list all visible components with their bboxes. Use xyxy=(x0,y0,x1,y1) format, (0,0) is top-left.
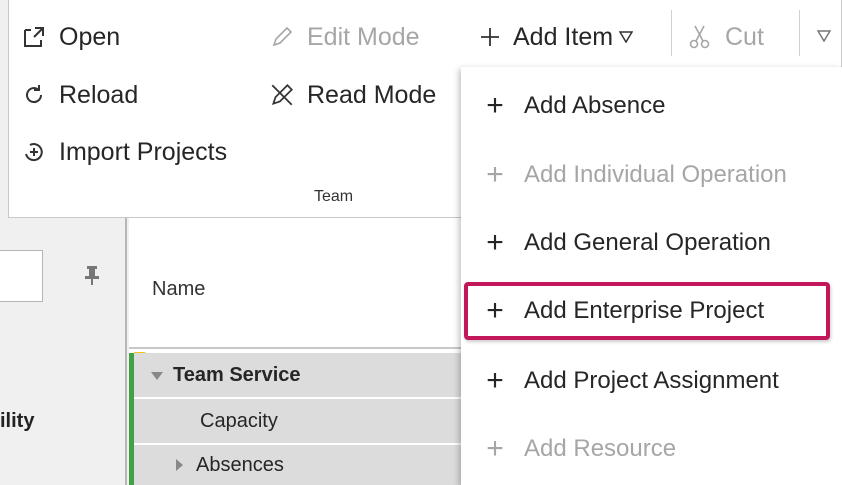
cut-label: Cut xyxy=(725,22,764,51)
pin-icon[interactable] xyxy=(84,264,100,291)
reload-label: Reload xyxy=(59,80,139,109)
menu-item-label: Add General Operation xyxy=(524,229,771,256)
read-mode-button[interactable]: Read Mode xyxy=(267,80,436,110)
menu-item-add-resource[interactable]: + Add Resource xyxy=(480,434,676,464)
menu-item-add-individual-operation[interactable]: + Add Individual Operation xyxy=(480,160,787,190)
add-item-menu xyxy=(461,67,842,485)
tree-row-label: Absences xyxy=(196,453,284,476)
scissors-icon xyxy=(685,22,715,52)
plus-icon: + xyxy=(486,89,504,122)
expand-caret-down-icon[interactable] xyxy=(151,364,163,387)
read-mode-label: Read Mode xyxy=(307,80,437,109)
add-item-label: Add Item xyxy=(513,22,614,51)
filter-input[interactable] xyxy=(0,250,43,302)
dropdown-triangle-icon xyxy=(817,30,831,42)
plus-icon: + xyxy=(486,226,504,259)
add-item-dropdown[interactable]: Add Item xyxy=(475,22,634,52)
separator xyxy=(671,10,672,56)
more-dropdown-button[interactable] xyxy=(817,30,831,42)
tree-row-label: Capacity xyxy=(200,409,278,432)
highlight-box xyxy=(464,282,830,340)
open-external-icon xyxy=(19,22,49,52)
edit-mode-button[interactable]: Edit Mode xyxy=(267,22,420,52)
plus-icon: + xyxy=(486,158,504,191)
ribbon-group-label: Team xyxy=(314,188,354,205)
plus-icon: + xyxy=(486,364,504,397)
reload-button[interactable]: Reload xyxy=(19,80,138,110)
open-button[interactable]: Open xyxy=(19,22,120,52)
pencil-off-icon xyxy=(267,80,297,110)
left-pane-partial-label: ility xyxy=(0,410,35,432)
open-label: Open xyxy=(59,22,121,51)
tree-accent-bar xyxy=(129,353,134,485)
tree-row-label: Team Service xyxy=(173,363,301,386)
pencil-icon xyxy=(267,22,297,52)
plus-icon: + xyxy=(486,432,504,465)
menu-item-label: Add Project Assignment xyxy=(524,367,779,394)
cut-button[interactable]: Cut xyxy=(685,22,764,52)
import-projects-button[interactable]: Import Projects xyxy=(19,137,227,167)
menu-item-add-general-operation[interactable]: + Add General Operation xyxy=(480,228,771,258)
expand-caret-right-icon[interactable] xyxy=(175,454,184,477)
dropdown-triangle-icon xyxy=(619,31,634,43)
reload-icon xyxy=(19,80,49,110)
import-projects-label: Import Projects xyxy=(59,137,228,166)
separator xyxy=(799,10,800,56)
edit-mode-label: Edit Mode xyxy=(307,22,420,51)
menu-item-add-project-assignment[interactable]: + Add Project Assignment xyxy=(480,366,779,396)
menu-item-label: Add Individual Operation xyxy=(524,161,787,188)
menu-item-add-absence[interactable]: + Add Absence xyxy=(480,91,665,121)
import-circle-plus-icon xyxy=(19,137,49,167)
menu-item-label: Add Absence xyxy=(524,92,666,119)
menu-item-label: Add Resource xyxy=(524,435,677,462)
plus-icon xyxy=(475,22,505,52)
column-header-name[interactable]: Name xyxy=(152,278,205,301)
